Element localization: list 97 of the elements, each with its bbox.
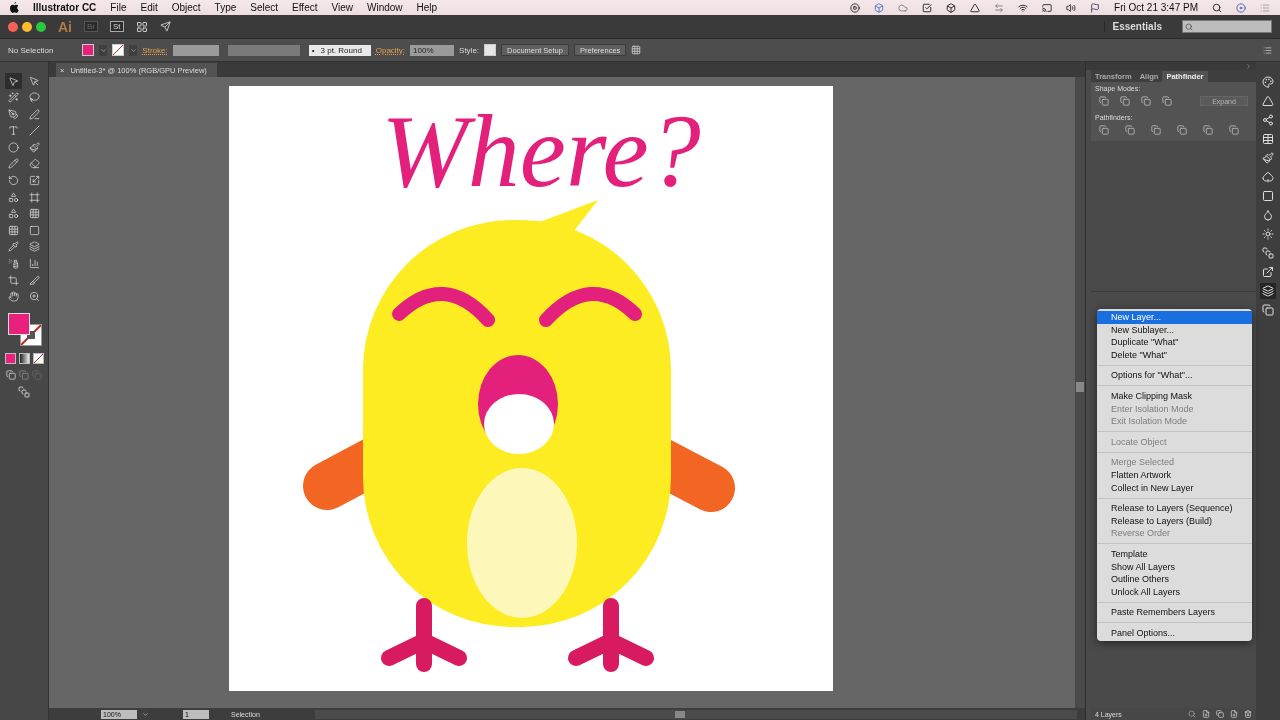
triangle-icon[interactable]: [1260, 93, 1276, 109]
menu-item[interactable]: Outline Others: [1097, 573, 1252, 586]
menu-item[interactable]: Flatten Artwork: [1097, 468, 1252, 482]
eyedropper-tool-icon[interactable]: [5, 238, 22, 255]
new-sublayer-icon[interactable]: [1202, 710, 1210, 718]
send-icon[interactable]: [159, 21, 171, 32]
menu-item[interactable]: Window: [367, 2, 403, 13]
stroke-weight-field[interactable]: [172, 44, 219, 56]
style-swatch[interactable]: [484, 44, 497, 56]
arrange-icon[interactable]: [135, 20, 148, 33]
color-mode-button[interactable]: [4, 352, 16, 364]
square-icon[interactable]: [1260, 188, 1276, 204]
frame-tool-icon[interactable]: [26, 189, 43, 206]
opacity-field[interactable]: 100%: [410, 44, 455, 56]
cloud-icon[interactable]: [898, 2, 909, 13]
none-mode-button[interactable]: [32, 352, 44, 364]
clock[interactable]: Fri Oct 21 3:47 PM: [1114, 2, 1198, 13]
ellipse-tool-icon[interactable]: [5, 139, 22, 156]
record-icon[interactable]: [850, 2, 861, 13]
menu-item[interactable]: Effect: [292, 2, 318, 13]
collapse-icon[interactable]: [1245, 62, 1252, 70]
artwork-title: Where?: [381, 93, 701, 208]
menu-item[interactable]: Delete "What": [1097, 348, 1252, 362]
menu-item[interactable]: Duplicate "What": [1097, 336, 1252, 349]
layers-icon[interactable]: [1260, 283, 1276, 299]
arrows-icon[interactable]: [994, 2, 1005, 13]
menu-item[interactable]: Collect in New Layer: [1097, 481, 1252, 495]
menu-item[interactable]: New Sublayer...: [1097, 323, 1252, 337]
horizontal-scrollbar[interactable]: [315, 709, 1077, 719]
app-logo: Ai: [58, 18, 72, 35]
menu-item[interactable]: Panel Options...: [1097, 626, 1252, 640]
grid-icon[interactable]: [631, 45, 642, 55]
menu-item[interactable]: Release to Layers (Build): [1097, 514, 1252, 528]
vertical-scrollbar[interactable]: [1075, 77, 1085, 708]
workspace-switcher[interactable]: Essentials: [1103, 21, 1170, 32]
gradient-mode-button[interactable]: [18, 352, 30, 364]
menu-item[interactable]: View: [331, 2, 353, 13]
stroke-label[interactable]: Stroke:: [142, 45, 168, 55]
close-light[interactable]: [8, 21, 18, 32]
style-label: Style:: [459, 45, 480, 55]
search-field[interactable]: [1182, 20, 1272, 33]
lasso-tool-icon[interactable]: [26, 89, 43, 106]
hand-tool-icon[interactable]: [5, 288, 22, 305]
flag-icon[interactable]: [1090, 2, 1101, 13]
menu-item[interactable]: New Layer...: [1097, 311, 1252, 324]
menu-item[interactable]: File: [110, 2, 127, 13]
menu-item[interactable]: Options for "What"...: [1097, 369, 1252, 382]
menu-item[interactable]: Template: [1097, 547, 1252, 561]
airplay-icon[interactable]: [1042, 2, 1053, 13]
menu-item[interactable]: Object: [171, 2, 201, 13]
menu-item[interactable]: Paste Remembers Layers: [1097, 606, 1252, 619]
check-icon[interactable]: [922, 2, 933, 13]
table-icon[interactable]: [1260, 131, 1276, 147]
menu-item[interactable]: Release to Layers (Sequence): [1097, 502, 1252, 515]
triangle-icon[interactable]: [970, 2, 981, 13]
variable-width-field[interactable]: [227, 44, 300, 56]
trash-icon[interactable]: [1244, 710, 1252, 718]
line-tool-icon[interactable]: [26, 122, 43, 139]
spade-icon[interactable]: [1260, 169, 1276, 185]
palette-icon[interactable]: [1260, 74, 1276, 90]
magic-wand-tool-icon[interactable]: [5, 89, 22, 106]
selection-label: No Selection: [8, 45, 54, 55]
share-icon[interactable]: [1260, 112, 1276, 128]
menu-item[interactable]: Type: [214, 2, 237, 13]
siri-icon[interactable]: [1236, 2, 1246, 13]
pencil-tool-icon[interactable]: [5, 155, 22, 172]
app-menu[interactable]: Illustrator CC: [33, 2, 97, 13]
paintbrush-tool-icon[interactable]: [26, 139, 43, 156]
export-icon[interactable]: [1260, 264, 1276, 280]
menu-item[interactable]: Edit: [140, 2, 158, 13]
wifi-icon[interactable]: [1018, 2, 1029, 13]
minimize-light[interactable]: [22, 21, 32, 32]
menu-item[interactable]: Show All Layers: [1097, 560, 1252, 574]
copy-icon[interactable]: [1260, 302, 1276, 318]
brush-field[interactable]: • 3 pt. Round: [308, 44, 371, 56]
dropbox-icon[interactable]: [946, 2, 957, 13]
box-icon[interactable]: [874, 2, 885, 13]
brush-icon[interactable]: [1260, 150, 1276, 166]
fill-swatch[interactable]: [82, 44, 95, 56]
menu-item[interactable]: Unlock All Layers: [1097, 585, 1252, 599]
sun-icon[interactable]: [1260, 226, 1276, 242]
menu-item[interactable]: Help: [416, 2, 438, 13]
artboard-tool-icon[interactable]: [5, 272, 22, 289]
panel-menu-icon[interactable]: [1263, 45, 1272, 55]
menu-item[interactable]: Make Clipping Mask: [1097, 389, 1252, 403]
selection-tool-icon[interactable]: [5, 73, 22, 89]
zoom-light[interactable]: [36, 21, 46, 32]
apple-icon[interactable]: [10, 2, 19, 13]
stock-button[interactable]: St: [110, 21, 124, 32]
opacity-label[interactable]: Opacity:: [375, 45, 406, 55]
fill-stroke-drawing[interactable]: [6, 310, 42, 347]
search-icon[interactable]: [1212, 2, 1222, 13]
volume-icon[interactable]: [1066, 2, 1077, 13]
stroke-swatch-icon[interactable]: [112, 44, 125, 56]
new-layer-icon[interactable]: [1230, 710, 1238, 718]
menu-item[interactable]: Select: [250, 2, 279, 13]
curvature-tool-icon[interactable]: [26, 106, 43, 123]
